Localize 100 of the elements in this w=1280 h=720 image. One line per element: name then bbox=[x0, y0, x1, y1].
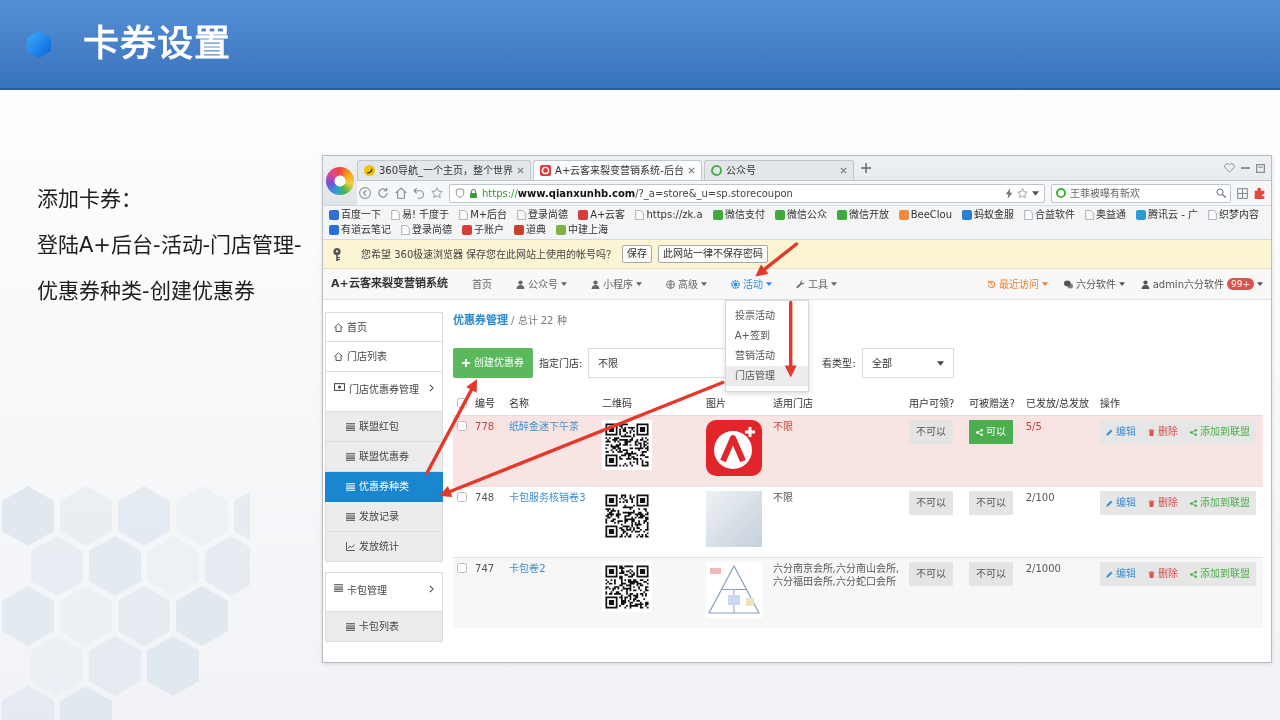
trash-icon bbox=[1148, 428, 1156, 436]
ticket-icon bbox=[334, 383, 345, 391]
claim-status-badge: 不可以 bbox=[909, 491, 954, 516]
nav-menu[interactable]: 公众号 bbox=[515, 277, 567, 291]
site-icon bbox=[710, 165, 722, 176]
lightning-icon[interactable] bbox=[1005, 187, 1013, 199]
menu-item[interactable]: 门店管理 bbox=[725, 365, 808, 386]
bookmark-link[interactable]: A+云客 bbox=[578, 208, 626, 222]
sidebar-item[interactable]: 门店列表 bbox=[325, 342, 443, 372]
sidebar-item[interactable]: 门店优惠券管理 bbox=[325, 372, 443, 412]
coupon-name-link[interactable]: 卡包卷2 bbox=[509, 563, 546, 575]
caret-icon[interactable] bbox=[1032, 190, 1039, 196]
bookmark-link[interactable]: https://zk.a bbox=[635, 208, 703, 222]
browser-tab[interactable]: 360导航_一个主页，整个世界 bbox=[357, 160, 532, 180]
chat-icon bbox=[1063, 279, 1073, 289]
sidebar-item[interactable]: 发放记录 bbox=[325, 502, 443, 532]
bookmark-link[interactable]: M+后台 bbox=[459, 208, 508, 222]
heart-icon[interactable] bbox=[1224, 163, 1235, 173]
browser-logo-icon[interactable] bbox=[326, 166, 354, 195]
gift-status-badge: 不可以 bbox=[969, 562, 1014, 587]
bookmark-link[interactable]: 易! 千度于 bbox=[391, 208, 450, 222]
claim-status-badge: 不可以 bbox=[909, 420, 954, 445]
browser-tab[interactable]: 公众号 bbox=[703, 160, 854, 180]
column-header: 操作 bbox=[1096, 392, 1263, 416]
undo-icon[interactable] bbox=[413, 187, 425, 199]
new-tab-icon[interactable] bbox=[860, 163, 871, 173]
caret-icon bbox=[830, 282, 837, 286]
pencil-icon bbox=[1106, 499, 1114, 507]
table-cell: 748 bbox=[471, 486, 506, 558]
puzzle-icon[interactable] bbox=[1254, 187, 1265, 199]
triangle-diagram-drawing bbox=[706, 562, 763, 619]
user-icon bbox=[590, 279, 600, 289]
nav-link[interactable]: 首页 bbox=[471, 277, 492, 291]
bookmark-link[interactable]: 蚂蚁金服 bbox=[962, 208, 1015, 222]
close-icon[interactable] bbox=[517, 167, 525, 174]
bookmark-link[interactable]: 织梦内容 bbox=[1208, 208, 1259, 222]
page-icon bbox=[517, 210, 527, 220]
bookmark-link[interactable]: BeeClou bbox=[898, 208, 953, 222]
caret-icon bbox=[635, 282, 642, 286]
save-button[interactable]: 保存 bbox=[622, 245, 653, 263]
bookmark-link[interactable]: 登录尚德 bbox=[517, 208, 569, 222]
bookmark-link[interactable]: 道典 bbox=[514, 223, 546, 237]
bookmark-link[interactable]: 有道云笔记 bbox=[329, 223, 391, 237]
bookmark-link[interactable]: 登录尚德 bbox=[401, 223, 452, 237]
wrench-icon bbox=[795, 279, 805, 289]
grid-icon[interactable] bbox=[1237, 187, 1248, 199]
nav-menu[interactable]: admin六分软件 99+ bbox=[1140, 277, 1263, 291]
bookmark-link[interactable]: 微信开放 bbox=[836, 208, 889, 222]
bookmark-link[interactable]: 腾讯云 - 广 bbox=[1136, 208, 1198, 222]
caret-icon bbox=[765, 282, 772, 286]
sidebar-item[interactable]: 发放统计 bbox=[325, 532, 443, 562]
sidebar-item[interactable]: 卡包管理 bbox=[325, 572, 443, 612]
back-icon[interactable] bbox=[359, 187, 371, 199]
site-icon bbox=[540, 165, 552, 176]
select-all-checkbox[interactable] bbox=[457, 398, 467, 409]
row-checkbox[interactable] bbox=[457, 563, 467, 574]
bookmark-link[interactable]: 百度一下 bbox=[329, 208, 381, 222]
nav-menu[interactable]: 高级 bbox=[665, 277, 707, 291]
filter-select[interactable]: 全部 bbox=[861, 348, 954, 379]
menu-item[interactable]: A+签到 bbox=[725, 325, 808, 346]
nav-menu[interactable]: 小程序 bbox=[590, 277, 642, 291]
maximize-icon[interactable] bbox=[1256, 163, 1265, 173]
page-count-text: / 总计 22 种 bbox=[511, 315, 567, 326]
bookmark-link[interactable]: 中建上海 bbox=[556, 223, 608, 237]
bookmark-link[interactable]: 合益软件 bbox=[1024, 208, 1076, 222]
user-icon bbox=[515, 279, 525, 289]
sidebar-item[interactable]: 首页 bbox=[325, 312, 443, 342]
trash-icon bbox=[1148, 499, 1156, 507]
search-field[interactable]: 王菲被曝有新欢 bbox=[1051, 183, 1231, 203]
menu-item[interactable]: 投票活动 bbox=[725, 305, 808, 326]
home-icon bbox=[334, 322, 343, 332]
sidebar-item[interactable]: 卡包列表 bbox=[325, 612, 443, 642]
home-icon[interactable] bbox=[395, 187, 407, 199]
coupon-name-link[interactable]: 卡包服务核销卷3 bbox=[509, 492, 586, 504]
browser-tab[interactable]: A+云客来裂变营销系统-后台 bbox=[533, 160, 702, 180]
address-field[interactable]: https://www.qianxunhb.com/?_a=store&_u=sp.storecoupon bbox=[449, 183, 1045, 203]
sidebar-item[interactable]: 优惠券种类 bbox=[325, 472, 443, 502]
row-checkbox[interactable] bbox=[457, 492, 467, 503]
close-icon[interactable] bbox=[839, 167, 847, 174]
list-icon bbox=[346, 422, 355, 431]
bookmark-link[interactable]: 微信支付 bbox=[712, 208, 765, 222]
star-icon[interactable] bbox=[431, 187, 443, 199]
row-checkbox[interactable] bbox=[457, 421, 467, 432]
star-icon[interactable] bbox=[1017, 187, 1028, 199]
close-icon[interactable] bbox=[687, 167, 695, 174]
page-icon bbox=[1085, 210, 1095, 220]
sidebar-item[interactable]: 联盟优惠券 bbox=[325, 442, 443, 472]
bookmark-link[interactable]: 微信公众 bbox=[774, 208, 827, 222]
bookmark-link[interactable]: 子账户 bbox=[462, 223, 504, 237]
sidebar-item[interactable]: 联盟红包 bbox=[325, 412, 443, 442]
nav-menu[interactable]: 六分软件 bbox=[1063, 277, 1125, 291]
bookmark-link[interactable]: 奥益通 bbox=[1085, 208, 1127, 222]
globe-icon bbox=[665, 279, 675, 289]
nav-menu[interactable]: 工具 bbox=[795, 277, 837, 291]
never-save-button[interactable]: 此网站一律不保存密码 bbox=[658, 245, 769, 263]
brand-name: A+云客来裂变营销系统 bbox=[331, 276, 448, 292]
refresh-icon[interactable] bbox=[377, 187, 389, 199]
shield-icon bbox=[455, 188, 465, 198]
page-icon bbox=[1024, 210, 1034, 220]
search-icon[interactable] bbox=[1216, 188, 1226, 198]
